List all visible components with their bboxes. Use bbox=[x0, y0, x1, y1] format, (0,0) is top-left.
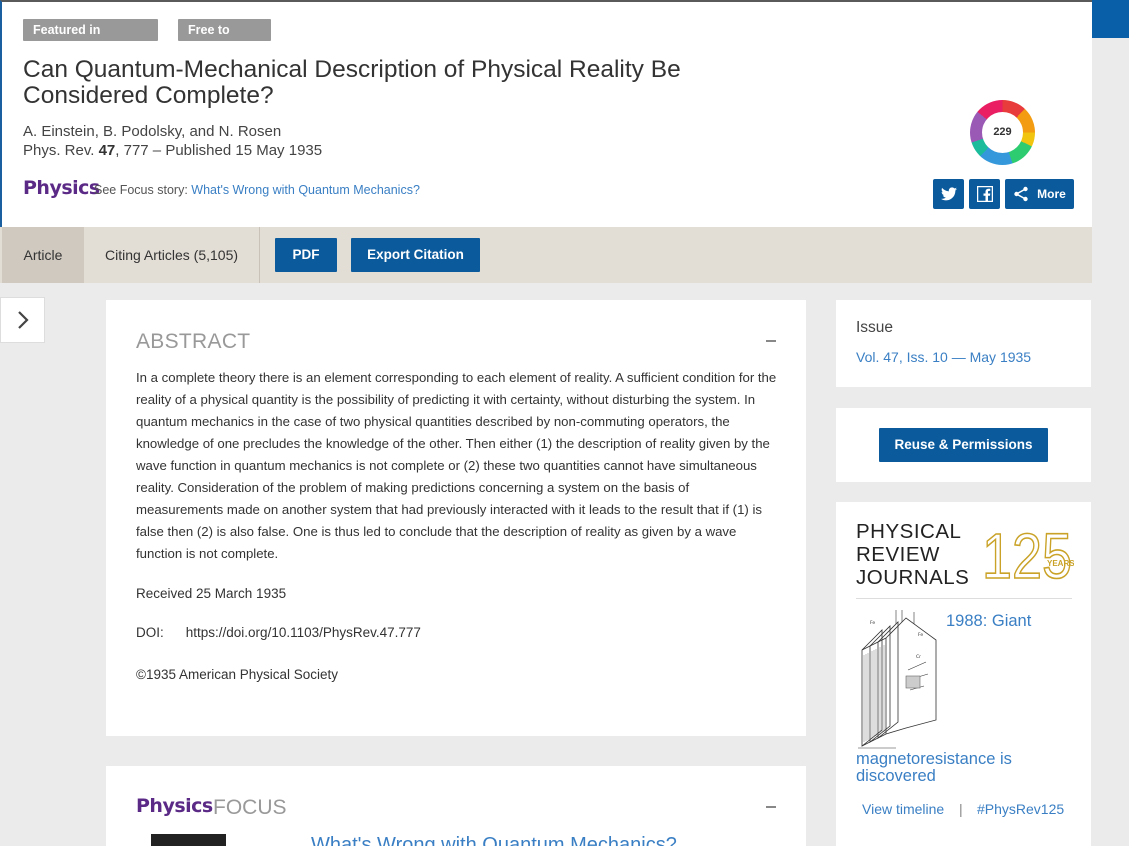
volume: 47 bbox=[98, 142, 116, 159]
article-header: Featured in Physics Free to Read Can Qua… bbox=[0, 0, 1092, 227]
altmetric-badge[interactable]: 229 bbox=[970, 100, 1035, 165]
prj-125-years: YEARS bbox=[1047, 559, 1074, 568]
facebook-icon bbox=[976, 186, 993, 202]
collapse-abstract-button[interactable] bbox=[766, 340, 776, 342]
prj-title[interactable]: PHYSICAL REVIEW JOURNALS bbox=[856, 520, 969, 589]
physics-focus-logo: Physics bbox=[136, 795, 213, 817]
prj-milestone-desc[interactable]: magnetoresistance is discovered bbox=[856, 751, 1076, 785]
article-tabbar: Article Citing Articles (5,105) PDF Expo… bbox=[0, 227, 1092, 283]
abstract-section: ABSTRACT In a complete theory there is a… bbox=[106, 300, 806, 736]
issue-card: Issue Vol. 47, Iss. 10 — May 1935 bbox=[836, 300, 1091, 387]
focus-story-line: See Focus story: What's Wrong with Quant… bbox=[94, 183, 420, 197]
doi-line: DOI: https://doi.org/10.1103/PhysRev.47.7… bbox=[136, 625, 421, 640]
focus-prefix: See Focus story: bbox=[94, 183, 192, 197]
pages-published: , 777 – Published 15 May 1935 bbox=[115, 142, 323, 159]
more-share-button[interactable]: More bbox=[1005, 179, 1074, 209]
authors[interactable]: A. Einstein, B. Podolsky, and N. Rosen bbox=[23, 123, 281, 140]
sidebar-toggle-button[interactable] bbox=[0, 297, 45, 343]
tab-article[interactable]: Article bbox=[2, 227, 84, 283]
copyright: ©1935 American Physical Society bbox=[136, 667, 339, 682]
focus-story-link[interactable]: What's Wrong with Quantum Mechanics? bbox=[191, 183, 420, 197]
twitter-share-button[interactable] bbox=[933, 179, 964, 209]
prj-divider bbox=[856, 598, 1072, 599]
tab-citing-articles[interactable]: Citing Articles (5,105) bbox=[84, 227, 260, 283]
facebook-share-button[interactable] bbox=[969, 179, 1000, 209]
issue-link[interactable]: Vol. 47, Iss. 10 — May 1935 bbox=[856, 349, 1031, 365]
pdf-button[interactable]: PDF bbox=[275, 238, 337, 272]
twitter-icon bbox=[940, 187, 957, 201]
prj-125-logo[interactable]: 125 YEARS bbox=[982, 520, 1074, 586]
physrev125-hashtag-link[interactable]: #PhysRev125 bbox=[977, 801, 1064, 817]
prj-125-card: PHYSICAL REVIEW JOURNALS 125 YEARS Fe Fe… bbox=[836, 502, 1091, 846]
focus-thumbnail[interactable] bbox=[151, 834, 226, 846]
reuse-card: Reuse & Permissions bbox=[836, 408, 1091, 482]
featured-badge[interactable]: Featured in Physics bbox=[23, 19, 158, 59]
received-date: Received 25 March 1935 bbox=[136, 586, 287, 601]
view-timeline-link[interactable]: View timeline bbox=[862, 801, 944, 817]
corner-strip bbox=[1092, 0, 1129, 38]
link-separator: | bbox=[959, 801, 963, 817]
reuse-permissions-button[interactable]: Reuse & Permissions bbox=[879, 428, 1048, 462]
magnetoresistance-diagram[interactable]: Fe Fe Cr bbox=[856, 610, 938, 750]
article-title: Can Quantum-Mechanical Description of Ph… bbox=[23, 56, 681, 109]
svg-text:Fe: Fe bbox=[918, 632, 923, 638]
export-citation-button[interactable]: Export Citation bbox=[351, 238, 480, 272]
prj-title-line-3: JOURNALS bbox=[856, 566, 970, 589]
abstract-heading: ABSTRACT bbox=[136, 330, 251, 353]
citation-line: Phys. Rev. 47, 777 – Published 15 May 19… bbox=[23, 142, 322, 159]
more-label: More bbox=[1037, 187, 1066, 201]
prj-title-line-2: REVIEW bbox=[856, 543, 940, 566]
prj-title-line-1: PHYSICAL bbox=[856, 520, 962, 543]
prj-125-number: 125 bbox=[982, 520, 1072, 586]
svg-text:Cr: Cr bbox=[916, 654, 921, 660]
prj-milestone-year[interactable]: 1988: Giant bbox=[946, 612, 1031, 631]
physics-focus-section: Physics FOCUS What's Wrong with Quantum … bbox=[106, 766, 806, 846]
focus-article-link[interactable]: What's Wrong with Quantum Mechanics? bbox=[311, 834, 677, 846]
altmetric-score: 229 bbox=[982, 112, 1023, 153]
doi-label: DOI: bbox=[136, 625, 164, 640]
svg-text:Fe: Fe bbox=[870, 620, 875, 626]
share-icon bbox=[1014, 186, 1028, 202]
collapse-focus-button[interactable] bbox=[766, 806, 776, 808]
abstract-text: In a complete theory there is an element… bbox=[136, 370, 777, 561]
free-to-read-badge[interactable]: Free to Read bbox=[178, 19, 271, 59]
chevron-right-icon bbox=[17, 311, 29, 329]
issue-label: Issue bbox=[856, 319, 894, 336]
journal-prefix: Phys. Rev. bbox=[23, 142, 99, 159]
physics-logo[interactable]: Physics bbox=[23, 177, 100, 199]
focus-heading: FOCUS bbox=[213, 796, 287, 819]
doi-value[interactable]: https://doi.org/10.1103/PhysRev.47.777 bbox=[186, 625, 421, 640]
